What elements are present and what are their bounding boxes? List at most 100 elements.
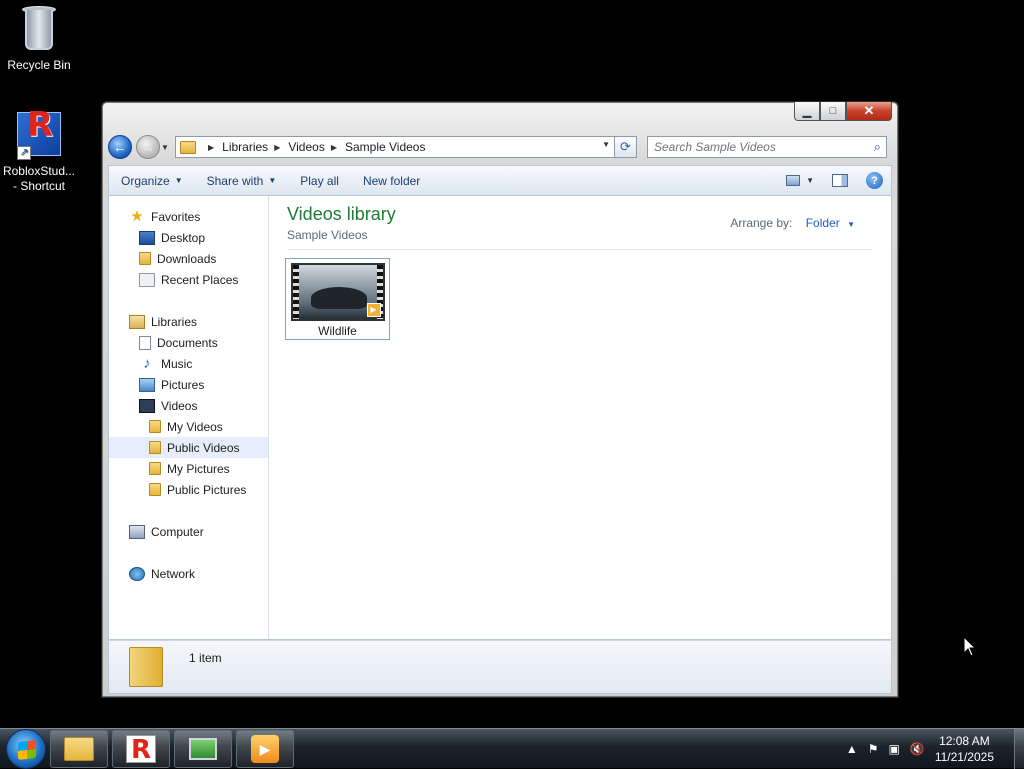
address-dropdown-icon[interactable]: ▼	[602, 140, 610, 149]
item-count: 1 item	[189, 651, 222, 665]
pictures-icon	[139, 377, 155, 392]
folder-icon	[149, 441, 161, 454]
folder-icon	[149, 483, 161, 496]
nav-item-my-videos[interactable]: My Videos	[109, 416, 268, 437]
navigation-pane: ★ Favorites Desktop Downloads Recent Plac…	[109, 196, 269, 639]
action-center-flag-icon[interactable]: ⚑	[868, 742, 879, 756]
navigation-row: ← → ▼ ▶ Libraries ▶ Videos ▶ Sample Vide…	[108, 132, 892, 162]
taskbar-roblox-button[interactable]: R	[112, 729, 170, 768]
nav-item-videos[interactable]: Videos	[109, 395, 268, 416]
show-desktop-button[interactable]	[1014, 728, 1024, 769]
title-bar[interactable]: ▁ □ ✕	[102, 102, 898, 130]
nav-item-music[interactable]: ♪ Music	[109, 353, 268, 374]
show-hidden-icons-icon[interactable]: ▲	[846, 742, 858, 756]
nav-item-computer[interactable]: Computer	[109, 521, 268, 542]
computer-icon	[129, 524, 145, 539]
breadcrumb-separator-icon[interactable]: ▶	[274, 143, 280, 152]
explorer-folder-icon	[64, 736, 94, 761]
breadcrumb-libraries[interactable]: Libraries	[222, 140, 268, 154]
search-icon[interactable]: ⌕	[874, 139, 881, 155]
nav-item-public-pictures[interactable]: Public Pictures	[109, 479, 268, 500]
share-with-button[interactable]: Share with ▼	[195, 166, 289, 195]
arrange-by: Arrange by: Folder ▼	[730, 216, 855, 230]
new-folder-button[interactable]: New folder	[351, 166, 432, 195]
desktop-icon-roblox-shortcut[interactable]: R ↗ RobloxStud... - Shortcut	[1, 108, 77, 194]
desktop-icon	[139, 230, 155, 245]
search-input[interactable]	[648, 137, 858, 157]
refresh-button[interactable]: ⟳	[615, 136, 637, 158]
forward-arrow-icon: →	[141, 139, 155, 155]
divider	[287, 249, 873, 250]
back-button[interactable]: ←	[108, 135, 132, 159]
address-bar[interactable]: ▶ Libraries ▶ Videos ▶ Sample Videos ▼	[175, 136, 615, 158]
maximize-icon: □	[829, 105, 837, 117]
taskbar-monitor-button[interactable]	[174, 729, 232, 768]
forward-button[interactable]: →	[136, 135, 160, 159]
close-button[interactable]: ✕	[846, 102, 892, 121]
star-icon: ★	[130, 207, 144, 225]
nav-label: Network	[151, 566, 196, 581]
recycle-bin-icon	[17, 6, 61, 54]
windows-logo-icon	[18, 739, 36, 760]
minimize-button[interactable]: ▁	[794, 102, 820, 121]
change-view-icon[interactable]	[786, 175, 801, 186]
folder-icon	[129, 647, 163, 687]
system-monitor-icon	[189, 737, 217, 760]
arrange-by-dropdown[interactable]: Folder	[806, 216, 840, 230]
play-all-button[interactable]: Play all	[288, 166, 351, 195]
video-thumbnail: ▶	[290, 263, 385, 321]
maximize-button[interactable]: □	[820, 102, 846, 121]
chevron-down-icon[interactable]: ▼	[847, 220, 855, 229]
desktop-icon-label-line1: RobloxStud...	[2, 164, 76, 178]
desktop-icon-label-line2: - Shortcut	[12, 179, 66, 193]
film-strip-icon	[139, 398, 155, 413]
breadcrumb-separator-icon[interactable]: ▶	[208, 143, 214, 152]
file-name: Wildlife	[318, 324, 357, 338]
organize-button[interactable]: Organize ▼	[109, 166, 195, 195]
volume-muted-icon[interactable]: 🔇	[910, 742, 925, 756]
clock-date: 11/21/2025	[934, 749, 994, 764]
system-tray: ▲ ⚑ ▣ 🔇 12:08 AM 11/21/2025	[846, 728, 1024, 769]
breadcrumb-videos[interactable]: Videos	[288, 140, 324, 154]
desktop: Recycle Bin R ↗ RobloxStud... - Shortcut…	[0, 0, 1024, 728]
preview-pane-icon[interactable]	[832, 174, 848, 187]
desktop-icon-recycle-bin[interactable]: Recycle Bin	[1, 6, 77, 73]
desktop-icon-label: Recycle Bin	[7, 58, 71, 72]
help-icon[interactable]: ?	[866, 172, 883, 189]
nav-item-downloads[interactable]: Downloads	[109, 248, 268, 269]
view-options-dropdown[interactable]: ▼	[806, 176, 814, 185]
network-status-icon[interactable]: ▣	[889, 742, 900, 756]
shortcut-arrow-icon: ↗	[17, 146, 31, 160]
nav-label: Pictures	[161, 377, 205, 392]
nav-label: Documents	[157, 335, 218, 350]
search-box[interactable]: ⌕	[647, 136, 887, 158]
nav-item-recent-places[interactable]: Recent Places	[109, 269, 268, 290]
nav-item-favorites[interactable]: ★ Favorites	[109, 206, 268, 227]
nav-item-libraries[interactable]: Libraries	[109, 311, 268, 332]
nav-item-desktop[interactable]: Desktop	[109, 227, 268, 248]
start-button[interactable]	[6, 728, 46, 769]
breadcrumb-separator-icon[interactable]: ▶	[331, 143, 337, 152]
command-bar: Organize ▼ Share with ▼ Play all New folde…	[108, 165, 892, 196]
nav-item-pictures[interactable]: Pictures	[109, 374, 268, 395]
breadcrumb-sample-videos[interactable]: Sample Videos	[345, 140, 426, 154]
nav-item-documents[interactable]: Documents	[109, 332, 268, 353]
file-list-pane[interactable]: Videos library Sample Videos Arrange by:…	[269, 196, 891, 639]
nav-item-network[interactable]: Network	[109, 563, 268, 584]
content-area: ★ Favorites Desktop Downloads Recent Plac…	[108, 196, 892, 640]
breadcrumb: ▶ Libraries ▶ Videos ▶ Sample Videos	[202, 140, 425, 154]
roblox-icon: R	[126, 734, 156, 764]
nav-item-my-pictures[interactable]: My Pictures	[109, 458, 268, 479]
network-icon	[129, 566, 145, 581]
clock[interactable]: 12:08 AM 11/21/2025	[935, 733, 994, 765]
explorer-window: ▁ □ ✕ ← → ▼ ▶ Libraries ▶ Videos ▶ Sampl…	[101, 101, 899, 698]
nav-label: Desktop	[161, 230, 206, 245]
recent-pages-dropdown[interactable]: ▼	[161, 143, 171, 152]
taskbar-explorer-button[interactable]	[50, 729, 108, 768]
chevron-down-icon: ▼	[268, 176, 277, 185]
nav-item-public-videos[interactable]: Public Videos	[109, 437, 268, 458]
minimize-icon: ▁	[802, 105, 812, 118]
taskbar-media-button[interactable]: ▶	[236, 729, 294, 768]
nav-label: My Pictures	[167, 461, 230, 476]
file-item-wildlife[interactable]: ▶ Wildlife	[285, 258, 390, 340]
